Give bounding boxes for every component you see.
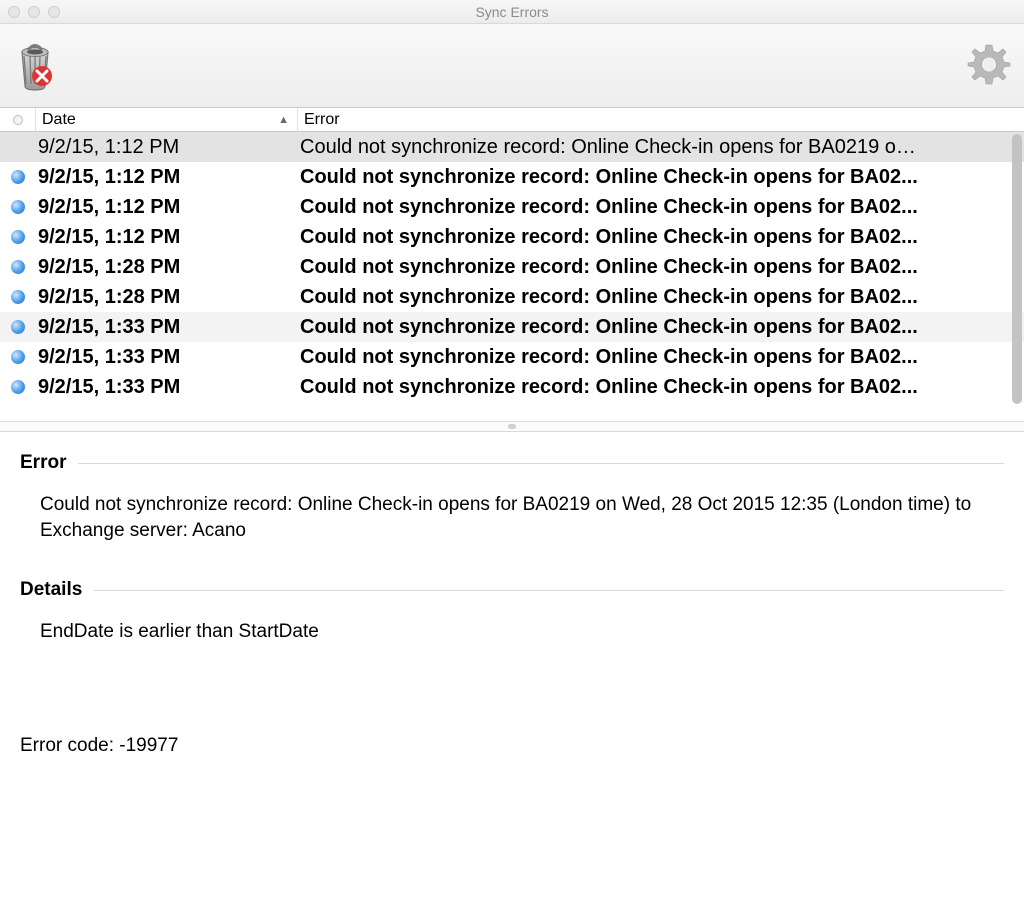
status-cell xyxy=(0,290,36,304)
details-section: Details EndDate is earlier than StartDat… xyxy=(20,579,1004,645)
drag-handle-icon xyxy=(508,424,516,429)
details-section-label: Details xyxy=(20,579,82,601)
unread-dot-icon xyxy=(11,260,25,274)
detail-pane: Error Could not synchronize record: Onli… xyxy=(0,432,1024,897)
table-row[interactable]: 9/2/15, 1:33 PMCould not synchronize rec… xyxy=(0,312,1024,342)
date-cell: 9/2/15, 1:28 PM xyxy=(36,286,298,309)
column-header-error-label: Error xyxy=(304,111,340,128)
status-cell xyxy=(0,170,36,184)
unread-dot-icon xyxy=(11,200,25,214)
unread-dot-icon xyxy=(11,380,25,394)
toolbar xyxy=(0,24,1024,108)
error-cell: Could not synchronize record: Online Che… xyxy=(298,376,1024,399)
error-text: Could not synchronize record: Online Che… xyxy=(20,492,1004,543)
divider xyxy=(94,590,1004,591)
unread-dot-icon xyxy=(11,320,25,334)
table-row[interactable]: 9/2/15, 1:28 PMCould not synchronize rec… xyxy=(0,252,1024,282)
date-cell: 9/2/15, 1:33 PM xyxy=(36,376,298,399)
error-cell: Could not synchronize record: Online Che… xyxy=(298,136,1024,159)
table-row[interactable]: 9/2/15, 1:12 PMCould not synchronize rec… xyxy=(0,132,1024,162)
unread-dot-icon xyxy=(11,170,25,184)
table-row[interactable]: 9/2/15, 1:12 PMCould not synchronize rec… xyxy=(0,192,1024,222)
date-cell: 9/2/15, 1:12 PM xyxy=(36,226,298,249)
status-cell xyxy=(0,350,36,364)
titlebar: Sync Errors xyxy=(0,0,1024,24)
error-code-label: Error code: xyxy=(20,735,114,756)
error-code: Error code: -19977 xyxy=(20,735,1004,757)
details-text: EndDate is earlier than StartDate xyxy=(20,619,1004,645)
date-cell: 9/2/15, 1:12 PM xyxy=(36,196,298,219)
vertical-scrollbar[interactable] xyxy=(1012,134,1022,404)
date-cell: 9/2/15, 1:28 PM xyxy=(36,256,298,279)
error-section: Error Could not synchronize record: Onli… xyxy=(20,452,1004,543)
column-header-date[interactable]: Date ▲ xyxy=(36,108,298,131)
column-header-date-label: Date xyxy=(42,111,76,129)
table-row[interactable]: 9/2/15, 1:33 PMCould not synchronize rec… xyxy=(0,342,1024,372)
table-row[interactable]: 9/2/15, 1:12 PMCould not synchronize rec… xyxy=(0,222,1024,252)
error-cell: Could not synchronize record: Online Che… xyxy=(298,286,1024,309)
status-cell xyxy=(0,320,36,334)
status-cell xyxy=(0,140,36,154)
error-code-value: -19977 xyxy=(119,735,178,756)
error-cell: Could not synchronize record: Online Che… xyxy=(298,166,1024,189)
date-cell: 9/2/15, 1:12 PM xyxy=(36,136,298,159)
column-header: Date ▲ Error xyxy=(0,108,1024,132)
pane-resize-handle[interactable] xyxy=(0,422,1024,432)
error-cell: Could not synchronize record: Online Che… xyxy=(298,226,1024,249)
error-cell: Could not synchronize record: Online Che… xyxy=(298,346,1024,369)
window-title: Sync Errors xyxy=(0,4,1024,20)
table-row[interactable]: 9/2/15, 1:28 PMCould not synchronize rec… xyxy=(0,282,1024,312)
status-cell xyxy=(0,200,36,214)
status-cell xyxy=(0,230,36,244)
status-cell xyxy=(0,380,36,394)
delete-trash-icon[interactable] xyxy=(12,36,58,95)
error-cell: Could not synchronize record: Online Che… xyxy=(298,196,1024,219)
table-row[interactable]: 9/2/15, 1:12 PMCould not synchronize rec… xyxy=(0,162,1024,192)
status-dot-icon xyxy=(13,115,23,125)
date-cell: 9/2/15, 1:12 PM xyxy=(36,166,298,189)
unread-dot-icon xyxy=(11,230,25,244)
error-cell: Could not synchronize record: Online Che… xyxy=(298,316,1024,339)
divider xyxy=(78,463,1004,464)
error-section-label: Error xyxy=(20,452,66,474)
status-cell xyxy=(0,260,36,274)
sort-ascending-icon: ▲ xyxy=(278,114,289,126)
settings-gear-icon[interactable] xyxy=(966,41,1012,90)
table-row[interactable]: 9/2/15, 1:33 PMCould not synchronize rec… xyxy=(0,372,1024,402)
date-cell: 9/2/15, 1:33 PM xyxy=(36,346,298,369)
date-cell: 9/2/15, 1:33 PM xyxy=(36,316,298,339)
column-header-error[interactable]: Error xyxy=(298,111,1024,129)
error-cell: Could not synchronize record: Online Che… xyxy=(298,256,1024,279)
unread-dot-icon xyxy=(11,290,25,304)
unread-dot-icon xyxy=(11,350,25,364)
error-table: 9/2/15, 1:12 PMCould not synchronize rec… xyxy=(0,132,1024,422)
column-header-status[interactable] xyxy=(0,108,36,131)
